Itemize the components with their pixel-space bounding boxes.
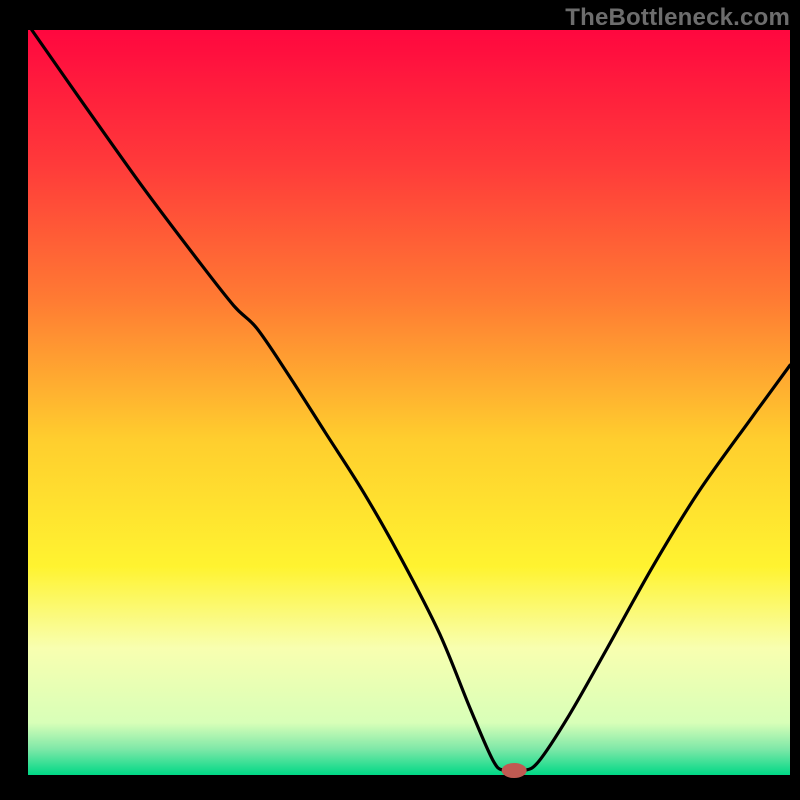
optimal-marker [502,764,526,778]
chart-svg [0,0,800,800]
plot-background [28,30,790,775]
chart-frame: TheBottleneck.com [0,0,800,800]
watermark-text: TheBottleneck.com [565,4,790,32]
